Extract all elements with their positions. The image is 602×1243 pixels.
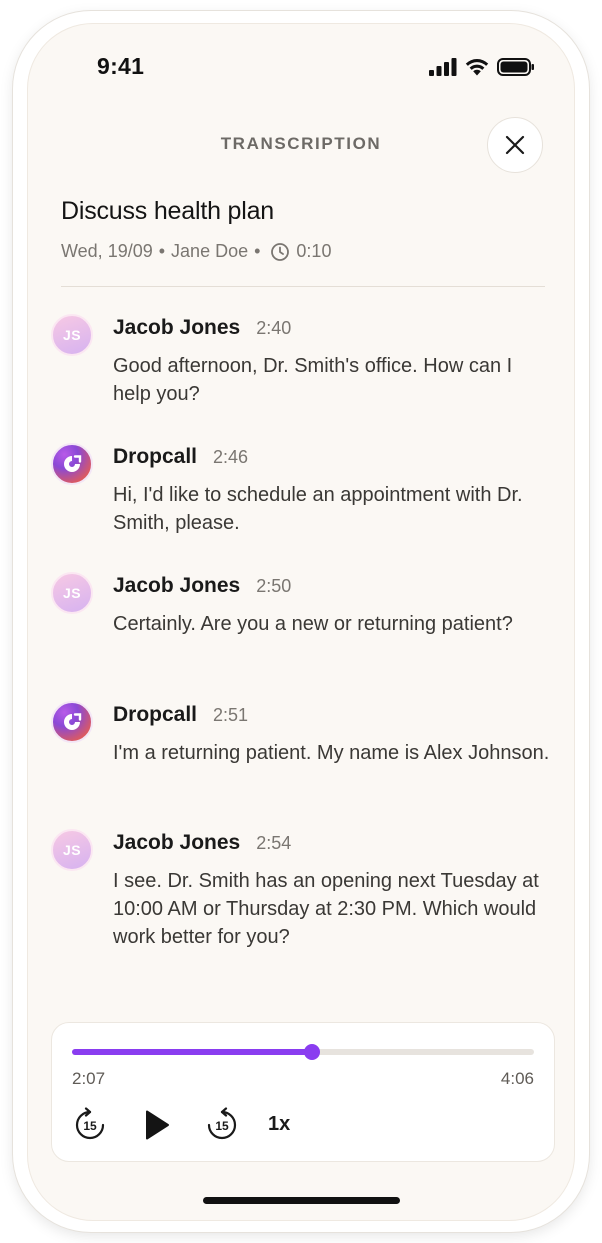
message-header: Jacob Jones 2:40 [113,316,291,340]
call-duration: 0:10 [296,241,332,261]
progress-track[interactable] [72,1044,534,1060]
avatar: JS [51,314,93,356]
rewind-label: 15 [83,1119,97,1133]
message-time[interactable]: 2:50 [256,576,291,597]
message-time[interactable]: 2:40 [256,318,291,339]
total-duration: 4:06 [500,1069,534,1088]
message-time[interactable]: 2:54 [256,833,291,854]
dropcall-logo-icon [64,713,82,730]
message-text: Certainly. Are you a new or returning pa… [113,613,513,635]
message-header: Jacob Jones 2:50 [113,574,291,598]
message-time[interactable]: 2:46 [213,447,248,468]
close-icon [505,135,525,155]
forward-15-button[interactable]: 15 [204,1107,240,1143]
avatar-initials: JS [62,842,82,858]
sender-name: Jacob Jones [113,574,241,597]
meta-separator: • [158,241,166,261]
avatar-initials: JS [62,327,82,343]
rewind-15-icon: 15 [75,1107,105,1140]
sender-name: Jacob Jones [113,831,241,854]
play-button[interactable] [140,1107,174,1143]
sender-name: Jacob Jones [113,316,241,339]
message-text: Good afternoon, Dr. Smith's office. How … [113,355,513,405]
avatar: JS [51,572,93,614]
message-time[interactable]: 2:51 [213,705,248,726]
call-contact: Jane Doe [171,241,249,261]
rewind-15-button[interactable]: 15 [72,1107,108,1143]
avatar-initials: JS [62,585,82,601]
sender-name: Dropcall [113,445,198,468]
status-time: 9:41 [97,53,145,79]
progress-fill [72,1049,313,1055]
meta-separator: • [254,241,261,261]
message-text: Hi, I'd like to schedule an appointment … [113,484,523,534]
playback-speed-button[interactable]: 1x [268,1113,290,1136]
play-icon [146,1110,169,1140]
dropcall-avatar [51,701,93,743]
message-text: I'm a returning patient. My name is Alex… [113,742,550,764]
divider [61,286,545,287]
message-header: Jacob Jones 2:54 [113,831,291,855]
call-date: Wed, 19/09 [61,241,153,261]
sender-name: Dropcall [113,703,198,726]
call-title: Discuss health plan [61,197,274,225]
close-button[interactable] [487,117,543,173]
current-position: 2:07 [72,1069,106,1088]
home-indicator [203,1197,400,1204]
message-header: Dropcall 2:46 [113,445,248,469]
wifi-icon [465,59,489,76]
message-text: I see. Dr. Smith has an opening next Tue… [113,870,539,948]
progress-thumb[interactable] [304,1044,321,1060]
forward-15-icon: 15 [207,1107,237,1140]
cellular-signal-icon [429,57,457,76]
status-icons [429,57,535,76]
audio-player: 2:07 4:06 15 15 1x [51,1022,555,1162]
clock-icon [271,242,290,261]
forward-label: 15 [215,1119,229,1133]
screen: 9:41 TRANSCRIPTION Discuss health plan W… [27,23,575,1221]
call-meta: Wed, 19/09 • Jane Doe • 0:10 [61,241,331,262]
avatar: JS [51,829,93,871]
battery-icon [497,57,534,76]
dropcall-logo-icon [64,455,82,472]
dropcall-avatar [51,443,93,485]
message-header: Dropcall 2:51 [113,703,248,727]
